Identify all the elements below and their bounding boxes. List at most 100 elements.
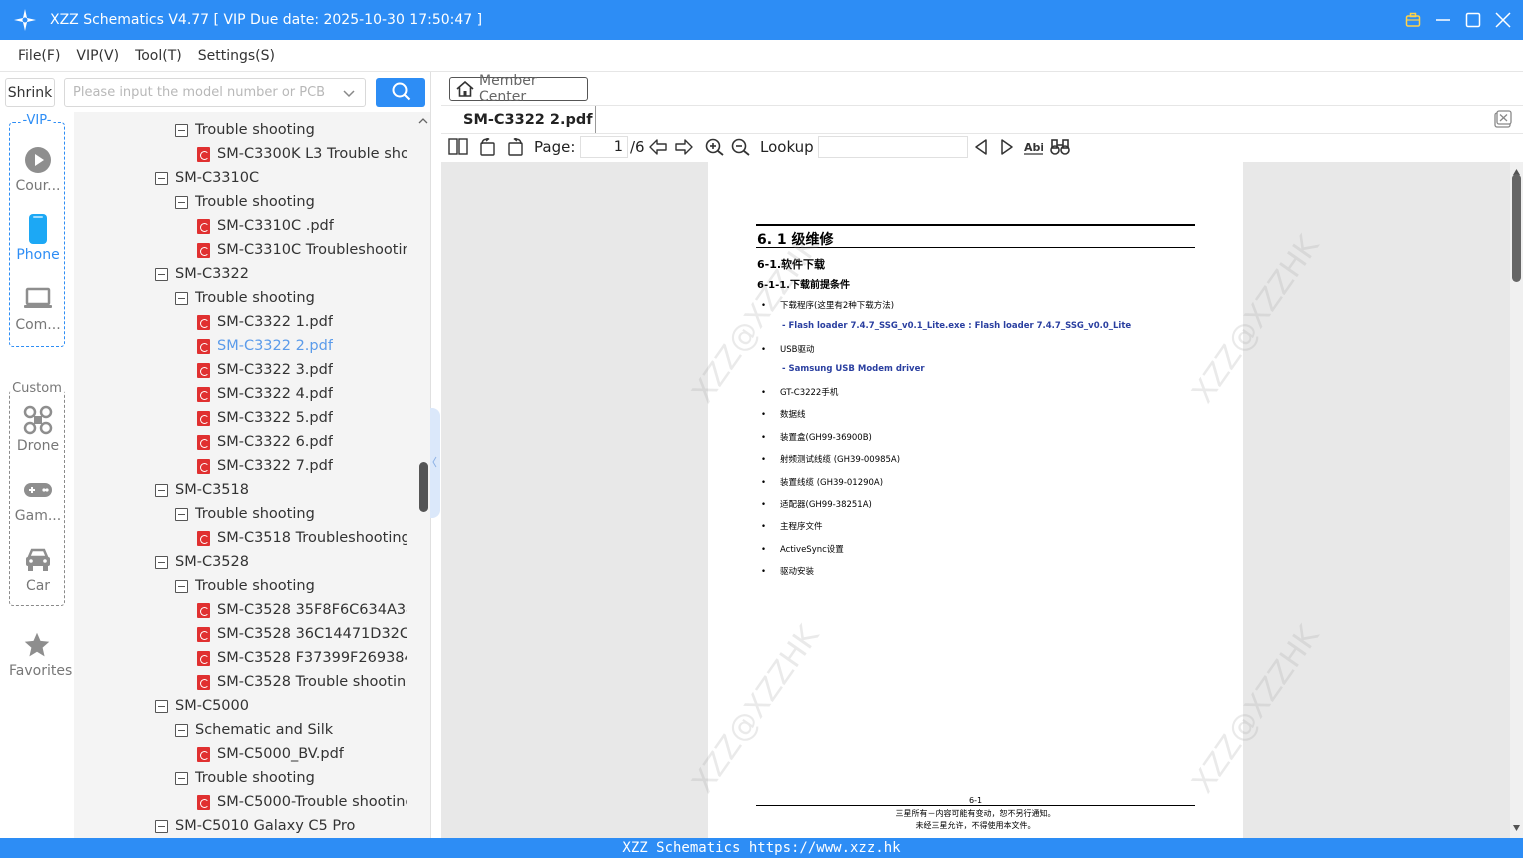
tree-file[interactable]: SM-C5000-Trouble shooting (197, 790, 407, 814)
tree-file[interactable]: SM-C3310C Troubleshooting (197, 238, 407, 262)
tree-file[interactable]: SM-C3322 5.pdf (197, 406, 407, 430)
doc-list-item: • 装置盒(GH99-36900B) (761, 433, 872, 443)
tree-file[interactable]: SM-C3322 6.pdf (197, 430, 407, 454)
rail-item-favorites[interactable]: Favorites (9, 630, 72, 679)
tree-file[interactable]: SM-C3322 1.pdf (197, 310, 407, 334)
header-divider (441, 105, 1523, 106)
collapse-icon[interactable] (155, 171, 168, 185)
collapse-icon[interactable] (155, 267, 168, 281)
tree-scrollbar-thumb[interactable] (419, 462, 428, 512)
collapse-icon[interactable] (175, 771, 188, 785)
next-page-icon[interactable] (674, 138, 694, 156)
find-prev-icon[interactable] (971, 138, 991, 156)
menu-settings[interactable]: Settings(S) (198, 48, 275, 64)
rotate-right-icon[interactable] (505, 138, 525, 156)
minimize-icon[interactable] (1435, 12, 1451, 28)
menu-vip[interactable]: VIP(V) (76, 48, 119, 64)
pdf-file-icon (197, 626, 210, 642)
rail-item-game[interactable]: Gam... (10, 475, 66, 524)
lookup-input[interactable] (818, 136, 968, 158)
collapse-icon[interactable] (155, 819, 168, 833)
tab-document[interactable]: SM-C3322 2.pdf (441, 106, 596, 133)
tree-folder[interactable]: Trouble shooting (175, 766, 315, 790)
tree-folder[interactable]: Trouble shooting (175, 286, 315, 310)
find-next-icon[interactable] (997, 138, 1017, 156)
tree-file[interactable]: SM-C3528 Trouble shooting (197, 670, 407, 694)
tree-file[interactable]: SM-C3528 36C14471D32C40 (197, 622, 407, 646)
viewer-scrollbar[interactable] (1510, 162, 1523, 838)
tree-folder[interactable]: Trouble shooting (175, 502, 315, 526)
collapse-icon[interactable] (175, 123, 188, 137)
zoom-out-icon[interactable] (731, 138, 751, 156)
collapse-icon[interactable] (175, 723, 188, 737)
tree-model[interactable]: SM-C3528 (155, 550, 249, 574)
member-center-button[interactable]: Member Center (449, 73, 588, 105)
tree-file[interactable]: SM-C3322 4.pdf (197, 382, 407, 406)
close-tabs-icon[interactable] (1494, 110, 1512, 128)
tree-file[interactable]: SM-C3528 F37399F269384C8 (197, 646, 407, 670)
tree-file[interactable]: SM-C3518 Troubleshooting- (197, 526, 407, 550)
doc-link-text: - Flash loader 7.4.7_SSG_v0.1_Lite.exe :… (782, 321, 1132, 331)
collapse-icon[interactable] (155, 555, 168, 569)
rail-item-computer[interactable]: Com... (10, 284, 66, 333)
collapse-panel-handle[interactable] (430, 408, 440, 518)
tree-model[interactable]: SM-C5010 Galaxy C5 Pro (155, 814, 355, 838)
pdf-file-icon (197, 146, 210, 162)
maximize-icon[interactable] (1465, 12, 1481, 28)
tree-model[interactable]: SM-C5000 (155, 694, 249, 718)
tree-folder[interactable]: Trouble shooting (175, 118, 315, 142)
tree-file[interactable]: SM-C3310C .pdf (197, 214, 407, 238)
scroll-down-icon[interactable] (1512, 820, 1521, 836)
rail-item-phone[interactable]: Phone (10, 214, 66, 263)
collapse-icon[interactable] (155, 483, 168, 497)
prev-page-icon[interactable] (648, 138, 668, 156)
model-search-combobox[interactable] (64, 78, 366, 107)
rail-item-label: Favorites (9, 663, 73, 679)
pdf-file-icon (197, 218, 210, 234)
tree-file[interactable]: SM-C3528 35F8F6C634A34B4 (197, 598, 407, 622)
collapse-icon[interactable] (175, 291, 188, 305)
close-icon[interactable] (1495, 12, 1511, 28)
rail-item-courses[interactable]: Cour... (10, 145, 66, 194)
collapse-icon[interactable] (175, 507, 188, 521)
menu-file[interactable]: File(F) (18, 48, 60, 64)
collapse-icon[interactable] (175, 195, 188, 209)
rail-item-drone[interactable]: Drone (10, 405, 66, 454)
shrink-button[interactable]: Shrink (5, 78, 55, 107)
pdf-file-icon (197, 674, 210, 690)
match-case-icon[interactable]: Abi (1023, 138, 1043, 156)
tree-folder[interactable]: Trouble shooting (175, 190, 315, 214)
tree-model[interactable]: SM-C3518 (155, 478, 249, 502)
tree-model[interactable]: SM-C3322 (155, 262, 249, 286)
doc-list-item: • USB驱动 (761, 345, 815, 355)
pdf-file-icon (197, 602, 210, 618)
tree-file-selected[interactable]: SM-C3322 2.pdf (197, 334, 407, 358)
dual-page-icon[interactable] (448, 138, 468, 156)
binoculars-icon[interactable] (1050, 138, 1070, 156)
rail-item-label: Cour... (15, 178, 61, 194)
pdf-viewer[interactable]: 6. 1 级维修 6-1.软件下载 6-1-1.下载前提条件 • 下载程序(这里有… (441, 162, 1510, 838)
collapse-icon[interactable] (155, 699, 168, 713)
tree-folder[interactable]: Schematic and Silk (175, 718, 333, 742)
tree-file[interactable]: SM-C3322 7.pdf (197, 454, 407, 478)
chevron-down-icon[interactable] (343, 87, 355, 103)
menu-tool[interactable]: Tool(T) (135, 48, 182, 64)
page-number-input[interactable] (580, 136, 628, 158)
doc-list-item: • 主程序文件 (761, 522, 823, 532)
viewer-scrollbar-thumb[interactable] (1512, 174, 1521, 282)
tree-file[interactable]: SM-C3300K L3 Trouble shoo (197, 142, 407, 166)
tree-file[interactable]: SM-C5000_BV.pdf (197, 742, 407, 766)
tree-model[interactable]: SM-C3310C (155, 166, 259, 190)
collapse-icon[interactable] (175, 579, 188, 593)
rail-item-label: Com... (15, 317, 61, 333)
tree-scroll-up-icon[interactable] (418, 114, 428, 126)
doc-list-item: • 数据线 (761, 410, 806, 420)
rotate-left-icon[interactable] (478, 138, 498, 156)
tree-folder[interactable]: Trouble shooting (175, 574, 315, 598)
search-button[interactable] (376, 78, 425, 107)
rail-item-car[interactable]: Car (10, 545, 66, 594)
zoom-in-icon[interactable] (705, 138, 725, 156)
vip-briefcase-icon[interactable] (1405, 12, 1421, 28)
model-search-input[interactable] (73, 85, 333, 100)
tree-file[interactable]: SM-C3322 3.pdf (197, 358, 407, 382)
